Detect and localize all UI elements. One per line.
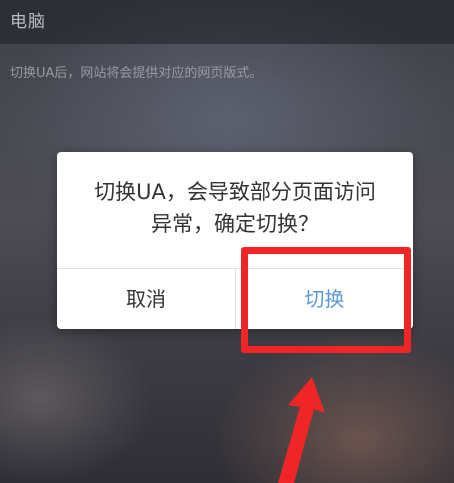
arrow-up-icon — [278, 377, 325, 483]
